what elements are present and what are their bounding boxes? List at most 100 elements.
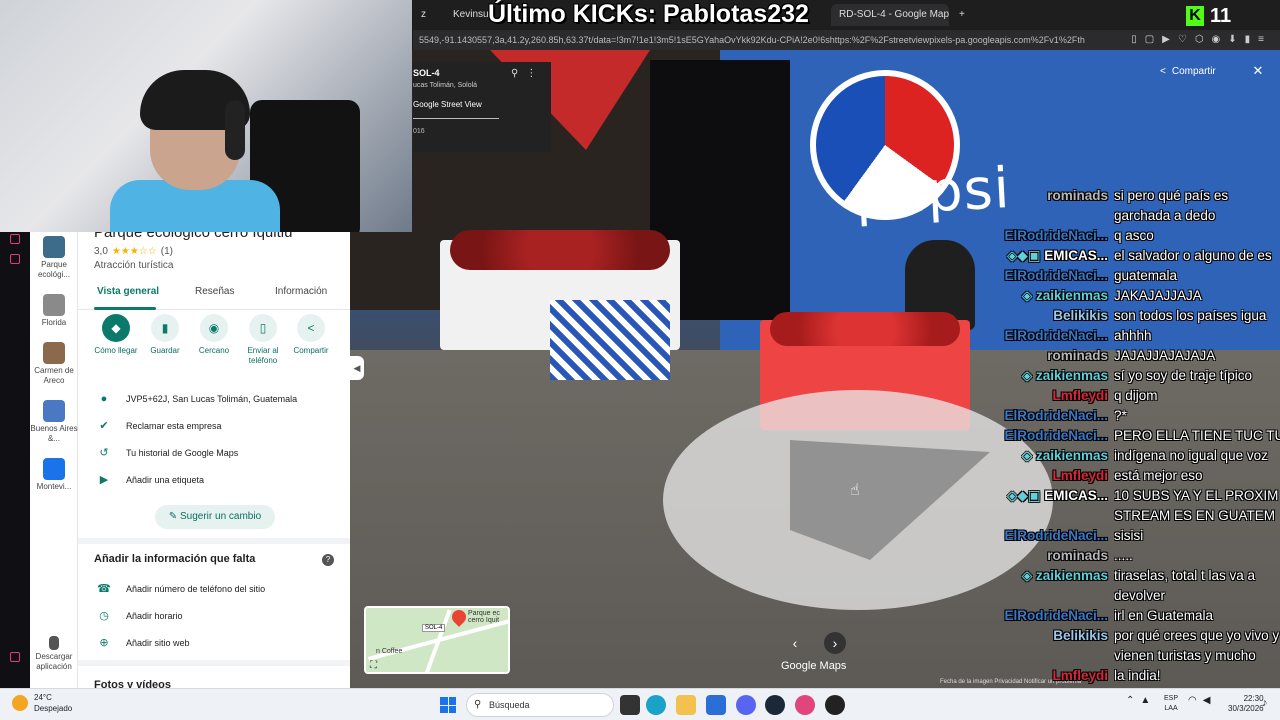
chat-username[interactable]: ElRodrideNaci...	[990, 326, 1114, 346]
chat-username[interactable]: rominads	[990, 346, 1114, 366]
suggest-label: Sugerir un cambio	[180, 511, 262, 522]
chat-text: irl en Guatemala	[1114, 608, 1214, 623]
chat-text: ?*	[1114, 408, 1127, 423]
directions-button[interactable]: ◆ Cómo llegar	[88, 314, 144, 356]
chat-username[interactable]: ElRodrideNaci...	[990, 426, 1114, 446]
chat-username[interactable]: rominads	[990, 186, 1114, 206]
chat-username[interactable]: ElRodrideNaci...	[990, 526, 1114, 546]
obs-icon[interactable]	[825, 695, 845, 715]
add-website-text: Añadir sitio web	[126, 638, 190, 648]
divider	[78, 538, 350, 544]
chat-message: ◈ zaikienmas JAKAJAJJAJA	[990, 286, 1280, 306]
chat-username[interactable]: ElRodrideNaci...	[990, 406, 1114, 426]
chat-username[interactable]: Lmfleydi	[990, 466, 1114, 486]
tab-reviews[interactable]: Reseñas	[195, 286, 234, 297]
search-icon: ⚲	[474, 699, 482, 710]
minimap[interactable]: Parque ec cerro Iquit SOL-4 n Coffee ⛶	[364, 606, 510, 674]
location-pin-icon[interactable]: ⚲	[511, 68, 526, 79]
sv-subtitle: ucas Tolimán, Sololá	[413, 82, 478, 89]
suggest-edit-button[interactable]: ✎ Sugerir un cambio	[155, 505, 275, 529]
chat-username[interactable]: ◈ zaikienmas	[990, 446, 1114, 466]
rail-item[interactable]: Florida	[30, 294, 78, 328]
notification-bell-icon[interactable]: ♪	[1262, 697, 1268, 709]
review-count[interactable]: (1)	[161, 246, 173, 257]
tab-overview[interactable]: Vista general	[97, 286, 159, 297]
chat-username-text: Lmfleydi	[1052, 668, 1108, 683]
browser-tab[interactable]: z	[413, 4, 443, 26]
chat-message: ElRodrideNaci... guatemala	[990, 266, 1280, 286]
windows-start-icon[interactable]	[440, 697, 456, 713]
badge-icon: ◈	[1021, 288, 1036, 303]
task-view-icon[interactable]	[620, 695, 640, 715]
address-row[interactable]: ● JVP5+62J, San Lucas Tolimán, Guatemala	[78, 386, 350, 413]
address-bar[interactable]: 5549,-91.1430557,3a,41.2y,260.85h,63.37t…	[413, 30, 1280, 50]
nearby-button[interactable]: ◉ Cercano	[186, 314, 242, 356]
label-icon: ▶	[99, 474, 109, 486]
system-tray-icons[interactable]: ⌃▲	[1126, 695, 1156, 706]
file-explorer-icon[interactable]	[676, 695, 696, 715]
chat-username[interactable]: Belikikis	[990, 626, 1114, 646]
clock[interactable]: 22:30 30/3/2026	[1228, 694, 1264, 714]
edge-icon[interactable]	[646, 695, 666, 715]
toolbar-icons[interactable]: ▯▢▶♡⬡◉⬇▮≡	[1131, 30, 1272, 50]
save-button[interactable]: ▮ Guardar	[137, 314, 193, 356]
expand-map-icon[interactable]: ⛶	[370, 660, 377, 671]
add-hours-row[interactable]: ◷ Añadir horario	[78, 603, 350, 630]
new-tab-button[interactable]: +	[951, 4, 971, 26]
sv-card-icons[interactable]: ⚲⋮	[511, 68, 544, 79]
chat-username[interactable]: ElRodrideNaci...	[990, 266, 1114, 286]
download-app-button[interactable]: Descargar aplicación	[30, 636, 78, 672]
chat-text: indígena no igual que voz	[1114, 448, 1268, 463]
help-icon[interactable]: ?	[322, 554, 334, 566]
share-button[interactable]: < Compartir	[283, 314, 339, 356]
tab-info[interactable]: Información	[275, 286, 327, 297]
chat-username[interactable]: ElRodrideNaci...	[990, 606, 1114, 626]
next-arrow-icon[interactable]: ›	[824, 632, 846, 654]
rail-item[interactable]: Parque ecológi...	[30, 236, 78, 280]
lang-code: ESP	[1164, 695, 1179, 702]
browser-tab-active[interactable]: RD-SOL-4 - Google Maps	[831, 4, 949, 26]
language-indicator[interactable]: ESP LAA	[1164, 694, 1178, 714]
chat-username[interactable]: Belikikis	[990, 306, 1114, 326]
chat-username[interactable]: ◈ zaikienmas	[990, 566, 1114, 586]
chat-username-text: zaikienmas	[1035, 568, 1108, 583]
street-view-share-button[interactable]: < Compartir	[1160, 62, 1216, 80]
chat-text: ahhhh	[1114, 328, 1152, 343]
add-phone-row[interactable]: ☎ Añadir número de teléfono del sitio	[78, 576, 350, 603]
chat-username-text: EMICAS...	[1044, 248, 1108, 263]
place-category[interactable]: Atracción turística	[94, 260, 173, 271]
chat-username[interactable]: ◈ zaikienmas	[990, 366, 1114, 386]
missing-info-title: Añadir la información que falta	[94, 553, 256, 565]
chat-username[interactable]: Lmfleydi	[990, 386, 1114, 406]
collapse-panel-button[interactable]: ◀	[350, 356, 364, 380]
chat-username[interactable]: Lmfleydi	[990, 666, 1114, 686]
chat-username[interactable]: ◈◆▣ EMICAS...	[990, 486, 1114, 506]
taskbar-search[interactable]: ⚲ Búsqueda	[466, 693, 614, 717]
chat-username[interactable]: ◈ zaikienmas	[990, 286, 1114, 306]
action-label: Cercano	[198, 346, 230, 355]
more-options-icon[interactable]: ⋮	[526, 68, 544, 79]
steam-icon[interactable]	[765, 695, 785, 715]
weather-widget[interactable]: 24°C Despejado	[12, 692, 72, 714]
network-volume-icons[interactable]: ◠◀	[1188, 695, 1216, 706]
history-row[interactable]: ↺ Tu historial de Google Maps	[78, 440, 350, 467]
add-website-row[interactable]: ⊕ Añadir sitio web	[78, 630, 350, 657]
discord-icon[interactable]	[736, 695, 756, 715]
previous-arrow-icon[interactable]: ‹	[784, 632, 806, 654]
rail-item[interactable]: Buenos Aires &...	[30, 400, 78, 444]
store-icon[interactable]	[706, 695, 726, 715]
chat-username[interactable]: ElRodrideNaci...	[990, 226, 1114, 246]
rail-item[interactable]: Montevi...	[30, 458, 78, 492]
history-text: Tu historial de Google Maps	[126, 448, 239, 458]
chat-username-text: Belikikis	[1053, 308, 1108, 323]
claim-business-row[interactable]: ✔ Reclamar esta empresa	[78, 413, 350, 440]
chat-username[interactable]: rominads	[990, 546, 1114, 566]
add-label-row[interactable]: ▶ Añadir una etiqueta	[78, 467, 350, 494]
app-icon[interactable]	[795, 695, 815, 715]
rail-item[interactable]: Carmen de Areco	[30, 342, 78, 386]
chat-username-text: ElRodrideNaci...	[1004, 528, 1108, 543]
sv-year[interactable]: 016	[413, 128, 425, 135]
close-street-view-button[interactable]: ✕	[1250, 62, 1266, 80]
chat-message: ElRodrideNaci... q asco	[990, 226, 1280, 246]
chat-username[interactable]: ◈◆▣ EMICAS...	[990, 246, 1114, 266]
